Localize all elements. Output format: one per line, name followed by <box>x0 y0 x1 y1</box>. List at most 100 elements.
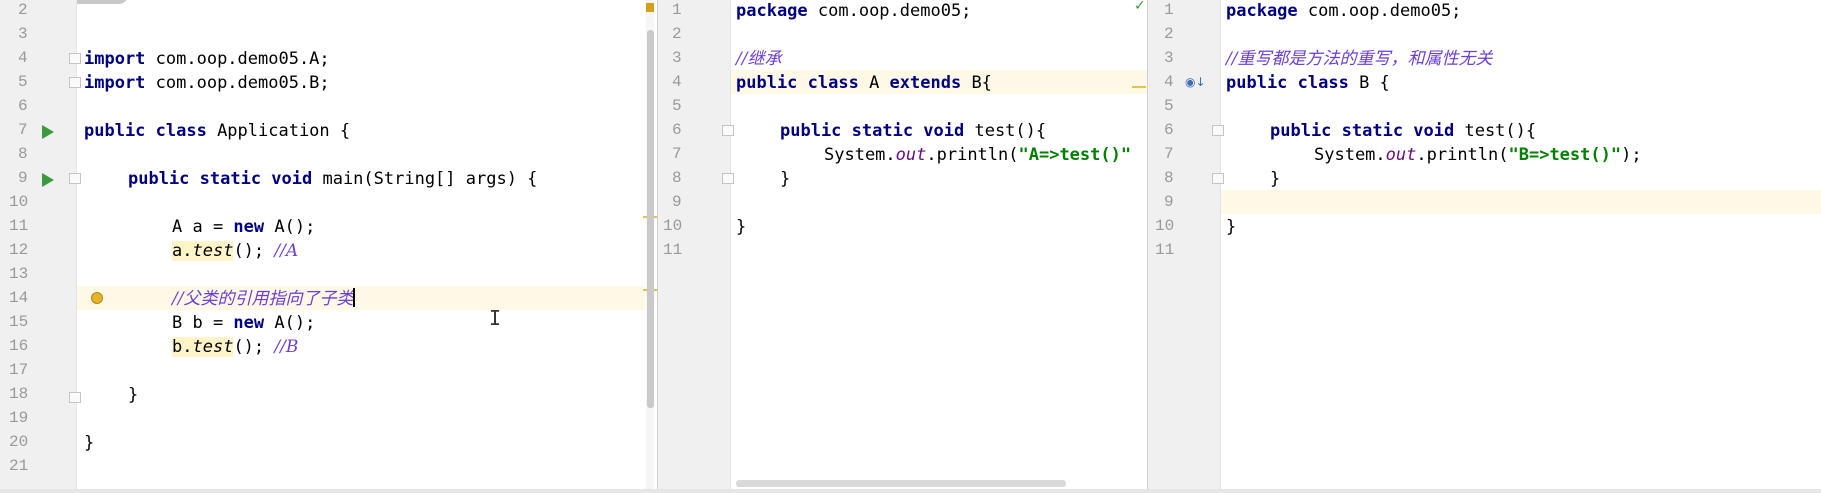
code-line-6[interactable]: public static void test(){ <box>780 119 1046 143</box>
line-number: 8 <box>1164 169 1174 187</box>
line-number: 4 <box>672 73 682 91</box>
keyword: public class <box>1226 73 1349 93</box>
code-text: B { <box>1348 73 1390 93</box>
code-text: b. <box>172 337 193 357</box>
override-icon[interactable]: ◉↓ <box>1185 75 1206 89</box>
keyword: import <box>84 49 146 69</box>
fold-icon[interactable] <box>69 392 81 403</box>
keyword: package <box>736 1 808 21</box>
code-line-9[interactable]: public static void main(String[] args) { <box>128 167 537 191</box>
code-line-16[interactable]: b.test(); //B <box>172 335 298 359</box>
line-number: 1 <box>672 1 682 19</box>
comment: //父类的引用指向了子类 <box>172 289 354 309</box>
code-line-5[interactable]: import com.oop.demo05.B; <box>84 71 330 95</box>
usage-highlight: a.test <box>172 241 234 261</box>
fold-icon[interactable] <box>722 125 734 136</box>
code-line-4[interactable]: public class B { <box>1226 71 1390 95</box>
run-icon[interactable] <box>42 173 54 187</box>
code-line-3[interactable]: //继承 <box>736 47 781 71</box>
code-line-20[interactable]: } <box>84 431 94 455</box>
code-line-14[interactable]: //父类的引用指向了子类 <box>172 287 356 311</box>
code-line-12[interactable]: a.test(); //A <box>172 239 298 263</box>
code-text: B b = <box>172 313 234 333</box>
editor-pane-class-b[interactable]: 1 2 3 4 5 6 7 8 9 10 11 ◉↓ package com.o… <box>1148 0 1821 493</box>
fold-icon[interactable] <box>1212 125 1224 136</box>
code-line-8[interactable]: } <box>1270 167 1280 191</box>
code-line-10[interactable]: } <box>1226 215 1236 239</box>
line-number: 3 <box>18 25 28 43</box>
field-name: out <box>1385 145 1417 165</box>
line-number: 9 <box>18 169 28 187</box>
code-text: A a = <box>172 217 234 237</box>
keyword: public static void <box>1270 121 1455 141</box>
code-line-8[interactable]: } <box>780 167 790 191</box>
run-icon[interactable] <box>42 125 54 139</box>
usage-marker[interactable] <box>1132 86 1146 88</box>
vertical-scrollbar[interactable] <box>647 30 654 408</box>
keyword: public static void <box>128 169 313 189</box>
warning-icon[interactable] <box>646 3 654 12</box>
code-text: test(){ <box>964 121 1047 141</box>
code-line-1[interactable]: package com.oop.demo05; <box>736 0 971 23</box>
line-number: 20 <box>9 433 29 451</box>
fold-icon[interactable] <box>722 173 734 184</box>
fold-icon[interactable] <box>69 173 81 184</box>
code-line-10[interactable]: } <box>736 215 746 239</box>
keyword: new <box>233 217 265 237</box>
fold-icon[interactable] <box>1212 173 1224 184</box>
line-number: 11 <box>9 217 29 235</box>
code-line-4[interactable]: import com.oop.demo05.A; <box>84 47 330 71</box>
usage-highlight: b.test <box>172 337 234 357</box>
code-line-7[interactable]: System.out.println("B=>test()"); <box>1314 143 1642 167</box>
code-line-6[interactable]: public static void test(){ <box>1270 119 1536 143</box>
check-icon[interactable]: ✓ <box>1134 0 1146 14</box>
line-number: 6 <box>18 97 28 115</box>
method-name: test <box>192 241 234 261</box>
keyword: new <box>233 313 265 333</box>
code-line-15[interactable]: B b = new A(); <box>172 311 315 335</box>
comment: //B <box>274 337 299 357</box>
line-number: 12 <box>9 241 29 259</box>
string-literal: "A=>test()" <box>1018 145 1132 165</box>
horizontal-scrollbar[interactable] <box>736 480 1066 487</box>
code-text: A(); <box>264 313 316 333</box>
code-line-7[interactable]: public class Application { <box>84 119 350 143</box>
keyword: public class <box>84 121 207 141</box>
line-number: 15 <box>9 313 29 331</box>
status-strip <box>0 489 1821 493</box>
line-number: 6 <box>1164 121 1174 139</box>
string-literal: "B=>test()" <box>1508 145 1622 165</box>
line-number: 1 <box>1164 1 1174 19</box>
comment: //重写都是方法的重写，和属性无关 <box>1226 49 1493 69</box>
editor-pane-class-a[interactable]: 1 2 3 4 5 6 7 8 9 10 11 package com.oop.… <box>658 0 1147 493</box>
line-number: 13 <box>9 265 29 283</box>
line-number: 17 <box>9 361 29 379</box>
line-number: 16 <box>9 337 29 355</box>
code-line-3[interactable]: //重写都是方法的重写，和属性无关 <box>1226 47 1492 71</box>
code-text: com.oop.demo05; <box>1297 1 1462 21</box>
bulb-icon[interactable] <box>91 292 103 304</box>
code-text: } <box>780 169 791 189</box>
line-number: 6 <box>672 121 682 139</box>
fold-icon[interactable] <box>69 53 81 64</box>
code-line-18[interactable]: } <box>128 383 138 407</box>
fold-icon[interactable] <box>69 77 81 88</box>
line-number: 9 <box>672 193 682 211</box>
tab-fragment[interactable] <box>70 0 128 4</box>
code-text: } <box>84 433 95 453</box>
line-number: 7 <box>18 121 28 139</box>
code-text: .println( <box>926 145 1019 165</box>
editor-pane-application[interactable]: 2 3 4 5 6 7 8 9 10 11 12 13 14 15 16 17 … <box>0 0 657 493</box>
code-line-1[interactable]: package com.oop.demo05; <box>1226 0 1461 23</box>
line-number: 18 <box>9 385 29 403</box>
line-number: 4 <box>18 49 28 67</box>
keyword: import <box>84 73 146 93</box>
line-number: 14 <box>9 289 29 307</box>
code-line-7[interactable]: System.out.println("A=>test()" <box>824 143 1131 167</box>
code-line-4[interactable]: public class A extends B{ <box>736 71 992 95</box>
code-text: (); <box>233 337 275 357</box>
line-number: 19 <box>9 409 29 427</box>
code-line-11[interactable]: A a = new A(); <box>172 215 315 239</box>
code-text: } <box>1226 217 1237 237</box>
line-number: 10 <box>1155 217 1175 235</box>
